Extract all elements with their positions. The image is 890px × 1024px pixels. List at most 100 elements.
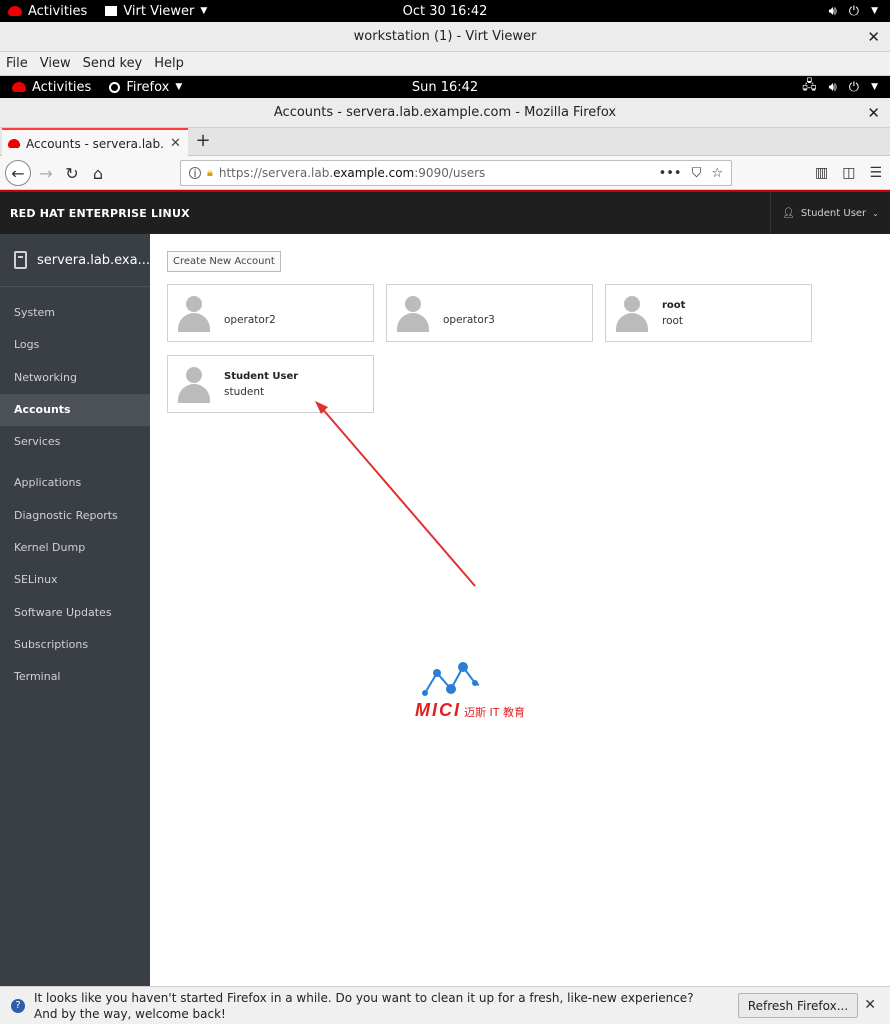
host-activities-button[interactable]: Activities <box>8 4 87 19</box>
user-icon: 👤︎ <box>782 207 795 219</box>
arrow-left-icon: ← <box>11 163 25 183</box>
insecure-lock-icon[interactable]: 🔒︎ <box>207 166 213 180</box>
home-button[interactable]: ⌂ <box>85 160 111 186</box>
redhat-logo-icon <box>8 6 22 16</box>
sidebar-item-logs[interactable]: Logs <box>0 329 150 361</box>
reload-icon: ↻ <box>65 163 79 183</box>
host-activities-label: Activities <box>28 3 88 19</box>
forward-button[interactable]: → <box>33 160 59 186</box>
system-menu-caret-icon[interactable]: ▼ <box>871 6 878 16</box>
accounts-page: Create New Account operator2 operator3 r… <box>150 234 890 986</box>
volume-icon[interactable]: 🔊︎ <box>829 4 837 19</box>
arrow-right-icon: → <box>39 163 53 183</box>
mici-brand-text: MICI <box>415 700 461 720</box>
sidebar-item-software-updates[interactable]: Software Updates <box>0 597 150 629</box>
menu-help[interactable]: Help <box>154 56 184 71</box>
sidebar-item-subscriptions[interactable]: Subscriptions <box>0 629 150 661</box>
network-icon[interactable]: 🖧 <box>802 76 817 98</box>
power-icon[interactable]: ⏻ <box>849 80 859 95</box>
mici-watermark-logo: MICI 迈斯 IT 教育 <box>415 662 565 722</box>
account-card-operator2[interactable]: operator2 <box>167 284 374 342</box>
firefox-refresh-notification: ? It looks like you haven't started Fire… <box>0 986 890 1024</box>
url-text[interactable]: https://servera.lab.example.com:9090/use… <box>219 166 653 180</box>
window-icon <box>105 6 118 16</box>
menu-send-key[interactable]: Send key <box>83 56 143 71</box>
server-icon <box>14 251 27 269</box>
tab-strip: Accounts - servera.lab.ex ✕ + <box>0 128 890 157</box>
url-suffix: :9090/users <box>414 166 486 180</box>
sidebar-item-networking[interactable]: Networking <box>0 362 150 394</box>
create-new-account-button[interactable]: Create New Account <box>167 251 281 272</box>
menu-view[interactable]: View <box>40 56 71 71</box>
avatar-icon <box>178 367 210 405</box>
account-login: operator3 <box>443 314 495 326</box>
new-tab-button[interactable]: + <box>192 130 214 151</box>
volume-icon[interactable]: 🔊︎ <box>829 80 837 95</box>
cockpit-brand: RED HAT ENTERPRISE LINUX <box>10 206 190 220</box>
sidebar-item-terminal[interactable]: Terminal <box>0 661 150 693</box>
sidebar-item-services[interactable]: Services <box>0 426 150 458</box>
pocket-icon[interactable]: ⛉ <box>692 166 702 181</box>
sidebar-item-applications[interactable]: Applications <box>0 467 150 499</box>
avatar-icon <box>178 296 210 334</box>
host-app-menu[interactable]: Virt Viewer ▼ <box>105 4 207 19</box>
account-login: student <box>224 385 265 398</box>
sidebar-item-diagnostic-reports[interactable]: Diagnostic Reports <box>0 500 150 532</box>
account-card-operator3[interactable]: operator3 <box>386 284 593 342</box>
notification-message: It looks like you haven't started Firefo… <box>34 990 694 1021</box>
host-switcher[interactable]: servera.lab.exa... <box>0 234 150 287</box>
sidebar-toggle-icon[interactable]: ◫ <box>842 165 855 181</box>
guest-activities-label: Activities <box>32 79 92 95</box>
page-actions-icon[interactable]: ••• <box>659 166 682 181</box>
sidebar-item-selinux[interactable]: SELinux <box>0 564 150 596</box>
sidebar-item-accounts[interactable]: Accounts <box>0 393 150 427</box>
sidebar-item-system[interactable]: System <box>0 297 150 329</box>
annotation-arrow <box>315 401 476 587</box>
account-login: operator2 <box>224 314 276 326</box>
url-bar[interactable]: i 🔒︎ https://servera.lab.example.com:909… <box>180 160 732 186</box>
user-menu[interactable]: 👤︎ Student User ⌄ <box>770 192 890 234</box>
guest-app-menu[interactable]: Firefox ▼ <box>109 80 182 95</box>
virt-viewer-close-icon[interactable]: ✕ <box>867 28 880 46</box>
hamburger-menu-icon[interactable]: ☰ <box>869 165 882 181</box>
host-top-bar: Activities Virt Viewer ▼ Oct 30 16:42 🔊︎… <box>0 0 890 22</box>
account-full-name: root <box>662 299 686 311</box>
tab-accounts[interactable]: Accounts - servera.lab.ex ✕ <box>2 128 188 157</box>
sidebar-nav: System Logs Networking Accounts Services… <box>0 297 150 694</box>
firefox-titlebar: Accounts - servera.lab.example.com - Moz… <box>0 98 890 128</box>
mici-network-icon <box>422 662 480 696</box>
info-icon[interactable]: i <box>189 167 201 180</box>
cockpit-header: RED HAT ENTERPRISE LINUX 👤︎ Student User… <box>0 190 890 234</box>
sidebar-item-kernel-dump[interactable]: Kernel Dump <box>0 532 150 564</box>
cockpit-sidebar: servera.lab.exa... System Logs Networkin… <box>0 234 150 986</box>
notification-close-icon[interactable]: ✕ <box>864 997 876 1013</box>
reload-button[interactable]: ↻ <box>59 160 85 186</box>
guest-top-bar: Activities Firefox ▼ Sun 16:42 🖧 🔊︎ ⏻ ▼ <box>0 76 890 98</box>
question-icon: ? <box>11 998 25 1013</box>
power-icon[interactable]: ⏻ <box>849 4 859 19</box>
guest-activities-button[interactable]: Activities <box>12 80 91 95</box>
avatar-icon <box>397 296 429 334</box>
caret-down-icon: ▼ <box>175 82 183 92</box>
library-icon[interactable]: ▥ <box>815 165 828 181</box>
firefox-window-title: Accounts - servera.lab.example.com - Moz… <box>273 105 617 120</box>
tab-close-icon[interactable]: ✕ <box>170 136 181 151</box>
account-card-root[interactable]: root root <box>605 284 812 342</box>
system-menu-caret-icon[interactable]: ▼ <box>871 82 878 92</box>
menu-file[interactable]: File <box>6 56 28 71</box>
firefox-close-icon[interactable]: ✕ <box>867 104 880 122</box>
mici-tagline: 迈斯 IT 教育 <box>464 706 525 719</box>
virt-viewer-window-title: workstation (1) - Virt Viewer <box>353 29 537 44</box>
back-button[interactable]: ← <box>5 160 31 186</box>
refresh-firefox-button[interactable]: Refresh Firefox... <box>738 993 858 1018</box>
host-name: servera.lab.exa... <box>36 252 150 268</box>
url-prefix: https://servera.lab. <box>218 166 334 180</box>
bookmark-star-icon[interactable]: ☆ <box>711 166 723 181</box>
nav-toolbar: ← → ↻ ⌂ i 🔒︎ https://servera.lab.example… <box>0 156 890 190</box>
user-menu-label: Student User <box>800 207 867 219</box>
guest-app-label: Firefox <box>126 79 170 95</box>
host-app-label: Virt Viewer <box>123 3 195 19</box>
virt-viewer-menubar: File View Send key Help <box>0 52 890 76</box>
tab-favicon-icon <box>8 139 20 148</box>
virt-viewer-titlebar: workstation (1) - Virt Viewer ✕ <box>0 22 890 52</box>
